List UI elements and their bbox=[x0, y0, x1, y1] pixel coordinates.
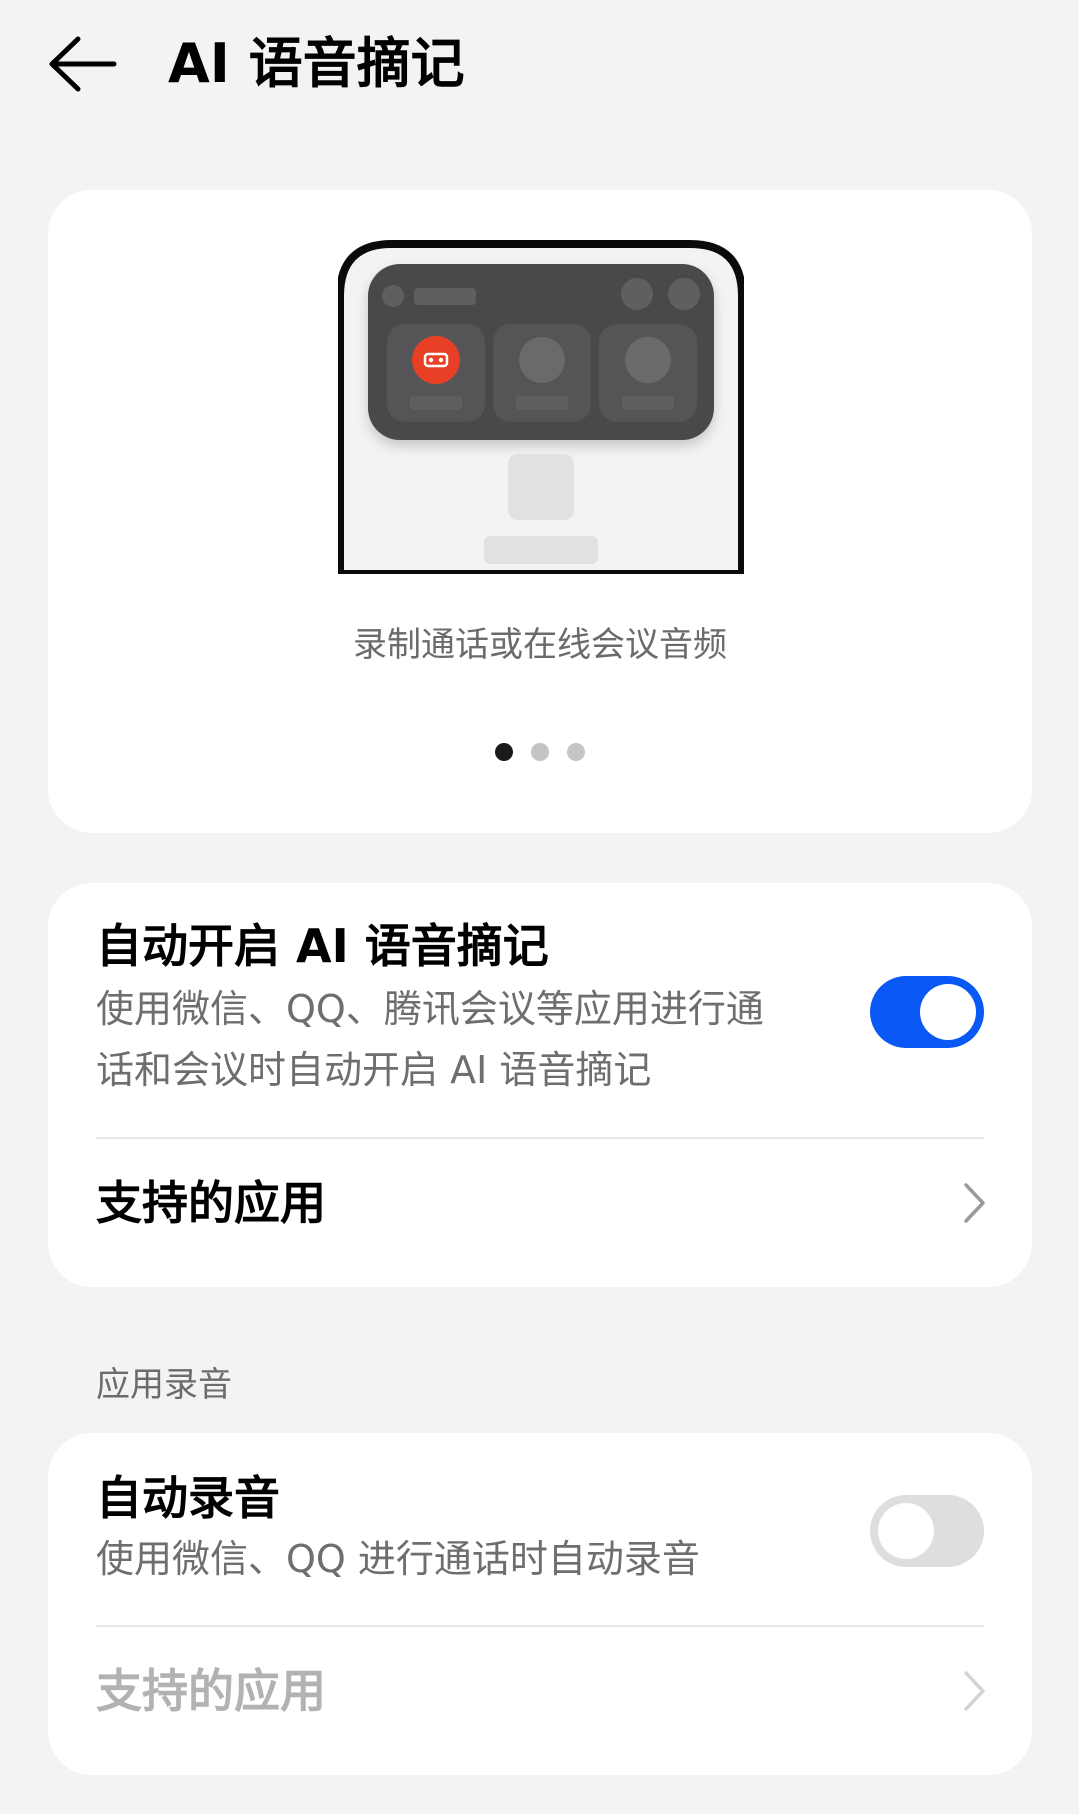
illustration-card: 录制通话或在线会议音频 bbox=[48, 190, 1032, 833]
chevron-right-icon bbox=[962, 1669, 988, 1713]
supported-apps-label: 支持的应用 bbox=[96, 1176, 326, 1230]
toggle-knob bbox=[920, 984, 976, 1040]
page-indicator[interactable] bbox=[48, 743, 1032, 763]
illustration-caption: 录制通话或在线会议音频 bbox=[353, 625, 727, 665]
supported-apps-row-disabled[interactable]: 支持的应用 bbox=[48, 1627, 1032, 1755]
supported-apps-row[interactable]: 支持的应用 bbox=[48, 1139, 1032, 1267]
app-recording-settings-card: 自动录音 使用微信、QQ 进行通话时自动录音 支持的应用 bbox=[48, 1433, 1032, 1775]
page-title: AI 语音摘记 bbox=[168, 32, 465, 95]
chevron-right-icon bbox=[962, 1181, 988, 1225]
toggle-knob bbox=[878, 1503, 934, 1559]
page-dot-active[interactable] bbox=[495, 743, 513, 761]
page-dot[interactable] bbox=[531, 743, 549, 761]
page-dot[interactable] bbox=[567, 743, 585, 761]
section-header: 应用录音 bbox=[96, 1365, 232, 1405]
auto-ai-voice-note-description: 使用微信、QQ、腾讯会议等应用进行通话和会议时自动开启 AI 语音摘记 bbox=[96, 987, 764, 1092]
auto-record-description: 使用微信、QQ 进行通话时自动录音 bbox=[96, 1537, 700, 1581]
auto-record-toggle[interactable] bbox=[870, 1495, 984, 1567]
back-button[interactable] bbox=[42, 28, 128, 100]
auto-ai-voice-note-toggle[interactable] bbox=[870, 976, 984, 1048]
supported-apps-label: 支持的应用 bbox=[96, 1664, 326, 1718]
phone-illustration bbox=[338, 236, 744, 574]
arrow-left-icon bbox=[49, 36, 117, 92]
auto-record-title: 自动录音 bbox=[96, 1471, 280, 1525]
ai-voice-note-settings-card: 自动开启 AI 语音摘记 使用微信、QQ、腾讯会议等应用进行通话和会议时自动开启… bbox=[48, 883, 1032, 1287]
auto-ai-voice-note-title: 自动开启 AI 语音摘记 bbox=[96, 919, 549, 973]
